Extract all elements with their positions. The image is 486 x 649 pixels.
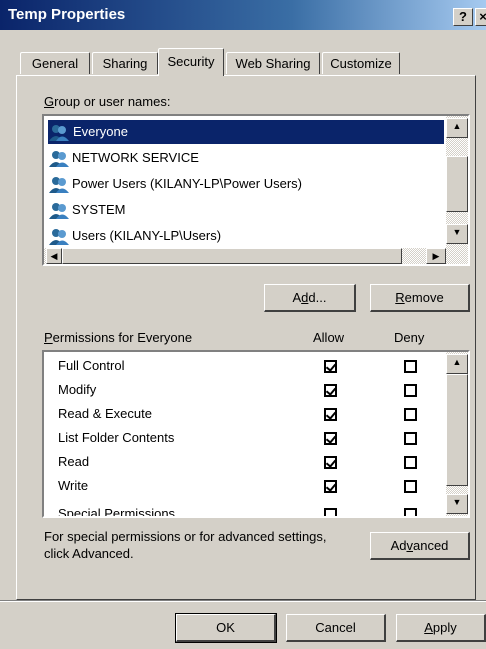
scroll-right-icon[interactable]: ▶: [426, 248, 446, 264]
deny-list-folder-checkbox[interactable]: [404, 432, 417, 445]
permission-row: List Folder Contents: [58, 426, 174, 450]
users-group-icon: [48, 176, 70, 194]
window-title: Temp Properties: [8, 6, 126, 23]
permissions-label: Permissions for Everyone: [44, 330, 193, 345]
ok-button[interactable]: OK: [175, 613, 277, 643]
permission-row: Write: [58, 474, 88, 498]
permission-name: Write: [58, 478, 89, 493]
permission-name: List Folder Contents: [58, 430, 175, 445]
list-item[interactable]: Users (KILANY-LP\Users): [48, 224, 442, 248]
user-name: Users (KILANY-LP\Users): [72, 228, 222, 243]
divider: [0, 600, 486, 602]
user-list-vscroll-thumb[interactable]: [446, 156, 468, 212]
user-name: Everyone: [72, 124, 129, 139]
scroll-down-icon[interactable]: ▼: [446, 494, 468, 514]
advanced-note: For special permissions or for advanced …: [44, 529, 327, 561]
permission-row: Special Permissions: [58, 502, 176, 518]
user-list-hscroll-thumb[interactable]: [62, 248, 402, 264]
apply-button[interactable]: Apply: [396, 614, 486, 642]
cancel-button[interactable]: Cancel: [286, 614, 386, 642]
help-button[interactable]: ?: [453, 8, 473, 26]
permission-row: Read: [58, 450, 89, 474]
list-item[interactable]: Power Users (KILANY-LP\Power Users): [48, 172, 442, 196]
permission-row: Read & Execute: [58, 402, 152, 426]
deny-modify-checkbox[interactable]: [404, 384, 417, 397]
allow-read-execute-checkbox[interactable]: [324, 408, 337, 421]
deny-read-execute-checkbox[interactable]: [404, 408, 417, 421]
allow-modify-checkbox[interactable]: [324, 384, 337, 397]
users-group-icon: [48, 124, 70, 142]
allow-special-checkbox[interactable]: [324, 508, 337, 516]
add-button[interactable]: Add...: [264, 284, 356, 312]
tab-security[interactable]: Security: [158, 48, 224, 76]
permission-row: Modify: [58, 378, 96, 402]
deny-full-control-checkbox[interactable]: [404, 360, 417, 373]
user-name: SYSTEM: [72, 202, 126, 217]
allow-list-folder-checkbox[interactable]: [324, 432, 337, 445]
group-users-label: Group or user names:: [44, 94, 171, 109]
allow-read-checkbox[interactable]: [324, 456, 337, 469]
tab-general[interactable]: General: [20, 52, 90, 74]
permission-name: Special Permissions: [58, 506, 176, 518]
permission-name: Read: [58, 454, 90, 469]
users-group-icon: [48, 202, 70, 220]
user-name: Power Users (KILANY-LP\Power Users): [72, 176, 302, 191]
deny-write-checkbox[interactable]: [404, 480, 417, 493]
permission-row: Full Control: [58, 354, 124, 378]
permissions-list[interactable]: Full Control Modify Read & Execute List …: [42, 350, 470, 518]
list-item[interactable]: Everyone: [48, 120, 444, 144]
tab-customize[interactable]: Customize: [322, 52, 400, 74]
deny-column-header: Deny: [394, 330, 425, 345]
scroll-up-icon[interactable]: ▲: [446, 354, 468, 374]
permission-name: Read & Execute: [58, 406, 152, 421]
tab-sharing[interactable]: Sharing: [92, 52, 158, 74]
scroll-left-icon[interactable]: ◀: [46, 248, 62, 264]
close-button[interactable]: ×: [475, 8, 486, 26]
users-group-icon: [48, 228, 70, 246]
scroll-up-icon[interactable]: ▲: [446, 118, 468, 138]
advanced-button[interactable]: Advanced: [370, 532, 470, 560]
allow-write-checkbox[interactable]: [324, 480, 337, 493]
permissions-vscroll-thumb[interactable]: [446, 374, 468, 486]
allow-full-control-checkbox[interactable]: [324, 360, 337, 373]
user-list[interactable]: Everyone NETWORK SERVICE Power Users (KI…: [42, 114, 470, 266]
deny-read-checkbox[interactable]: [404, 456, 417, 469]
list-item[interactable]: SYSTEM: [48, 198, 442, 222]
user-name: NETWORK SERVICE: [72, 150, 199, 165]
allow-column-header: Allow: [313, 330, 345, 345]
deny-special-checkbox[interactable]: [404, 508, 417, 516]
permission-name: Modify: [58, 382, 97, 397]
list-item[interactable]: NETWORK SERVICE: [48, 146, 442, 170]
remove-button[interactable]: Remove: [370, 284, 470, 312]
users-group-icon: [48, 150, 70, 168]
scroll-down-icon[interactable]: ▼: [446, 224, 468, 244]
permission-name: Full Control: [58, 358, 125, 373]
tab-web-sharing[interactable]: Web Sharing: [226, 52, 320, 74]
